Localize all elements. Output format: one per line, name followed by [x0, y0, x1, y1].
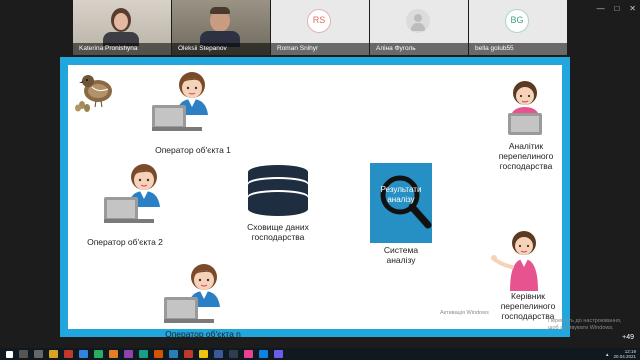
avatar: BG	[505, 9, 529, 33]
shared-slide: Оператор об'єкта 1 Оператор об'єкта 2 Оп…	[60, 57, 570, 339]
app-icon[interactable]	[229, 350, 238, 358]
storage-label: Сховище даних господарства	[247, 222, 309, 242]
operator-icon	[104, 164, 160, 223]
slide-content: Оператор об'єкта 1 Оператор об'єкта 2 Оп…	[68, 65, 562, 339]
app-icon[interactable]	[109, 350, 118, 358]
maximize-icon[interactable]: □	[614, 4, 619, 13]
database-icon	[248, 165, 308, 216]
app-icon[interactable]	[274, 350, 283, 358]
operator-icon	[152, 72, 208, 131]
app-icon[interactable]	[169, 350, 178, 358]
analyst-icon	[508, 81, 542, 135]
app-icon[interactable]	[214, 350, 223, 358]
participant-name: Katerina Pronishyna	[73, 43, 171, 55]
app-icon[interactable]	[244, 350, 253, 358]
app-icon[interactable]	[259, 350, 268, 358]
app-icon[interactable]	[79, 350, 88, 358]
app-icon[interactable]	[94, 350, 103, 358]
manager-icon	[491, 231, 538, 291]
taskbar: ▲ 12:19 20.04.2021	[0, 348, 640, 360]
operatorN-label: Оператор об'єкта n	[165, 329, 241, 339]
app-icon[interactable]	[184, 350, 193, 358]
search-icon[interactable]	[19, 350, 28, 358]
analyst-label: Аналітик перепелиного господарства	[498, 141, 554, 171]
more-participants-badge[interactable]: +49	[622, 334, 634, 341]
minimize-icon[interactable]: —	[596, 4, 604, 13]
task-view-icon[interactable]	[34, 350, 43, 358]
system-tray: ▲ 12:19 20.04.2021	[605, 348, 636, 360]
file-explorer-icon[interactable]	[49, 350, 58, 358]
manager-label: Керівник перепелиного господарства	[500, 291, 556, 321]
app-icon[interactable]	[64, 350, 73, 358]
participant-name: bella golub55	[469, 43, 567, 55]
quail-icon	[75, 75, 112, 112]
clock[interactable]: 12:19 20.04.2021	[613, 349, 636, 359]
window-controls: — □ ✕	[596, 4, 636, 13]
results-label: Результати аналізу	[380, 185, 422, 204]
close-icon[interactable]: ✕	[629, 4, 636, 13]
participant-strip: Katerina Pronishyna Oleksii Stepanov RS …	[73, 0, 567, 55]
analysis-system-box: Результати аналізу	[370, 163, 432, 243]
system-label: Система аналізу	[383, 245, 419, 265]
participant-name: Roman Snihyr	[271, 43, 369, 55]
app-icon[interactable]	[124, 350, 133, 358]
operator1-label: Оператор об'єкта 1	[155, 145, 231, 155]
participant-tile[interactable]: RS Roman Snihyr	[271, 0, 369, 55]
meeting-window: Katerina Pronishyna Oleksii Stepanov RS …	[0, 0, 640, 360]
participant-tile[interactable]: Katerina Pronishyna	[73, 0, 171, 55]
operator-icon	[164, 264, 220, 323]
activation-watermark: Активація Windows	[440, 310, 489, 316]
avatar	[406, 9, 430, 33]
participant-tile[interactable]: BG bella golub55	[469, 0, 567, 55]
network-icon[interactable]: ▲	[605, 352, 609, 357]
operator2-label: Оператор об'єкта 2	[87, 237, 163, 247]
participant-name: Oleksii Stepanov	[172, 43, 270, 55]
app-icon[interactable]	[199, 350, 208, 358]
avatar: RS	[307, 9, 331, 33]
participant-tile[interactable]: Аліна Фуголь	[370, 0, 468, 55]
app-icon[interactable]	[154, 350, 163, 358]
participant-tile[interactable]: Oleksii Stepanov	[172, 0, 270, 55]
windows-start-icon[interactable]	[6, 350, 13, 358]
app-icon[interactable]	[139, 350, 148, 358]
participant-name: Аліна Фуголь	[370, 43, 468, 55]
activation-watermark-secondary: Перейдіть до настроювання, щоб активуват…	[548, 318, 622, 331]
